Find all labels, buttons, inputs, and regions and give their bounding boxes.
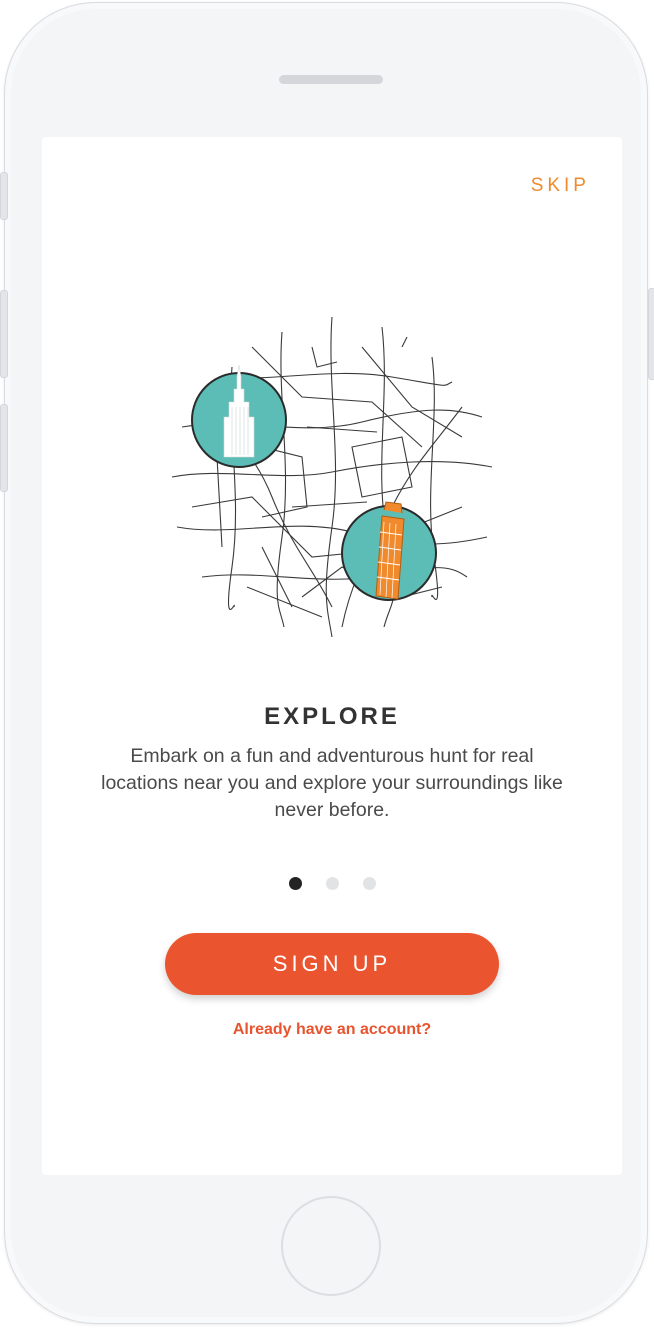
side-button	[0, 172, 8, 220]
home-button[interactable]	[281, 1196, 381, 1296]
side-button	[0, 290, 8, 378]
side-button	[0, 404, 8, 492]
leaning-tower-of-pisa-icon	[341, 501, 437, 601]
phone-frame: SKIP EXPLORE Embark on a fun and adventu…	[4, 2, 648, 1324]
speaker-grille	[279, 75, 383, 84]
sign-up-button[interactable]: SIGN UP	[165, 933, 499, 995]
page-dot[interactable]	[362, 877, 376, 890]
page-indicator	[42, 877, 622, 890]
city-map-icon	[171, 316, 493, 638]
side-button	[648, 288, 654, 380]
onboarding-screen: SKIP EXPLORE Embark on a fun and adventu…	[42, 137, 622, 1175]
skip-button[interactable]: SKIP	[531, 175, 590, 197]
onboarding-description: Embark on a fun and adventurous hunt for…	[101, 745, 563, 821]
page-dot-active[interactable]	[288, 877, 302, 890]
login-link[interactable]: Already have an account?	[42, 1021, 622, 1039]
map-roads	[171, 316, 493, 638]
onboarding-title: EXPLORE	[264, 703, 400, 730]
empire-state-building-icon	[191, 364, 287, 468]
page-dot[interactable]	[325, 877, 339, 890]
